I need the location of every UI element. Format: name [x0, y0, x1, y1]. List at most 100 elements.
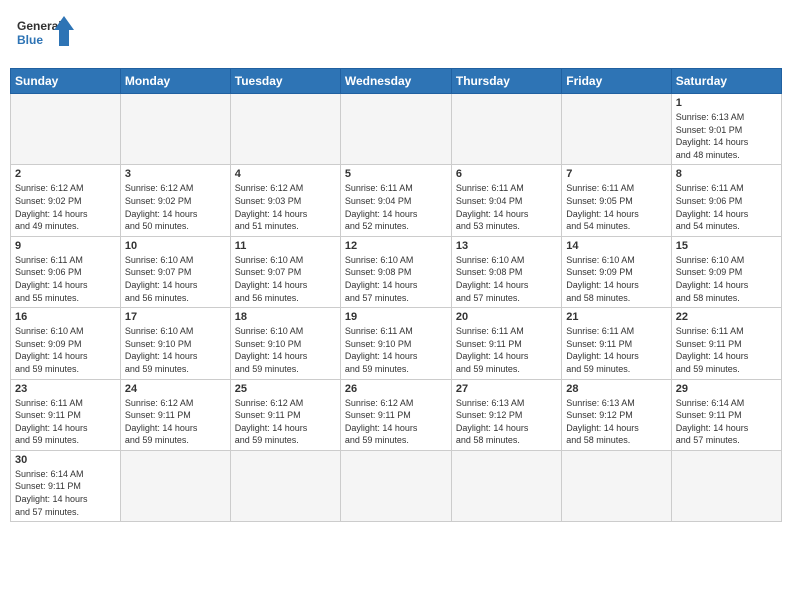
- day-number: 17: [125, 311, 226, 323]
- calendar-cell: 6Sunrise: 6:11 AM Sunset: 9:04 PM Daylig…: [451, 165, 561, 236]
- calendar-cell: [120, 450, 230, 521]
- header: General Blue: [10, 10, 782, 62]
- calendar-week-row: 2Sunrise: 6:12 AM Sunset: 9:02 PM Daylig…: [11, 165, 782, 236]
- day-number: 1: [676, 97, 777, 109]
- weekday-header-sunday: Sunday: [11, 69, 121, 94]
- calendar-cell: 20 Sunrise: 6:11 AM Sunset: 9:11 PM Dayli…: [451, 308, 561, 379]
- day-info: Sunrise: 6:10 AM Sunset: 9:07 PM Dayligh…: [125, 254, 226, 304]
- day-number: 3: [125, 168, 226, 180]
- calendar-cell: 30Sunrise: 6:14 AM Sunset: 9:11 PM Dayli…: [11, 450, 121, 521]
- calendar-week-row: 30Sunrise: 6:14 AM Sunset: 9:11 PM Dayli…: [11, 450, 782, 521]
- day-info: Sunrise: 6:12 AM Sunset: 9:11 PM Dayligh…: [235, 397, 336, 447]
- day-info: Sunrise: 6:11 AM Sunset: 9:11 PM Dayligh…: [456, 325, 557, 375]
- calendar-cell: [11, 94, 121, 165]
- day-number: 6: [456, 168, 557, 180]
- day-number: 11: [235, 240, 336, 252]
- day-number: 12: [345, 240, 447, 252]
- day-number: 23: [15, 383, 116, 395]
- day-number: 13: [456, 240, 557, 252]
- calendar-cell: [671, 450, 781, 521]
- calendar-cell: [451, 94, 561, 165]
- day-number: 20: [456, 311, 557, 323]
- calendar-cell: [120, 94, 230, 165]
- weekday-header-thursday: Thursday: [451, 69, 561, 94]
- day-info: Sunrise: 6:10 AM Sunset: 9:08 PM Dayligh…: [456, 254, 557, 304]
- day-number: 24: [125, 383, 226, 395]
- day-number: 29: [676, 383, 777, 395]
- svg-text:General: General: [17, 19, 62, 33]
- day-info: Sunrise: 6:12 AM Sunset: 9:11 PM Dayligh…: [345, 397, 447, 447]
- day-info: Sunrise: 6:10 AM Sunset: 9:10 PM Dayligh…: [125, 325, 226, 375]
- day-number: 8: [676, 168, 777, 180]
- calendar-cell: 28 Sunrise: 6:13 AM Sunset: 9:12 PM Dayli…: [562, 379, 671, 450]
- logo: General Blue: [16, 14, 76, 58]
- day-number: 5: [345, 168, 447, 180]
- calendar-cell: 27 Sunrise: 6:13 AM Sunset: 9:12 PM Dayli…: [451, 379, 561, 450]
- day-info: Sunrise: 6:11 AM Sunset: 9:06 PM Dayligh…: [15, 254, 116, 304]
- calendar-cell: 1 Sunrise: 6:13 AM Sunset: 9:01 PM Daylig…: [671, 94, 781, 165]
- weekday-header-monday: Monday: [120, 69, 230, 94]
- day-number: 26: [345, 383, 447, 395]
- day-info: Sunrise: 6:13 AM Sunset: 9:12 PM Dayligh…: [456, 397, 557, 447]
- day-info: Sunrise: 6:13 AM Sunset: 9:01 PM Dayligh…: [676, 111, 777, 161]
- calendar-cell: 4Sunrise: 6:12 AM Sunset: 9:03 PM Daylig…: [230, 165, 340, 236]
- calendar-cell: [451, 450, 561, 521]
- calendar-cell: 7 Sunrise: 6:11 AM Sunset: 9:05 PM Daylig…: [562, 165, 671, 236]
- day-number: 28: [566, 383, 666, 395]
- calendar-cell: 18Sunrise: 6:10 AM Sunset: 9:10 PM Dayli…: [230, 308, 340, 379]
- calendar-week-row: 23 Sunrise: 6:11 AM Sunset: 9:11 PM Dayli…: [11, 379, 782, 450]
- calendar-cell: [230, 450, 340, 521]
- day-number: 19: [345, 311, 447, 323]
- generalblue-logo-icon: General Blue: [16, 14, 76, 58]
- calendar-week-row: 16 Sunrise: 6:10 AM Sunset: 9:09 PM Dayli…: [11, 308, 782, 379]
- day-info: Sunrise: 6:10 AM Sunset: 9:09 PM Dayligh…: [15, 325, 116, 375]
- day-info: Sunrise: 6:11 AM Sunset: 9:11 PM Dayligh…: [676, 325, 777, 375]
- calendar-cell: 21 Sunrise: 6:11 AM Sunset: 9:11 PM Dayli…: [562, 308, 671, 379]
- calendar-cell: 29Sunrise: 6:14 AM Sunset: 9:11 PM Dayli…: [671, 379, 781, 450]
- day-number: 10: [125, 240, 226, 252]
- day-number: 2: [15, 168, 116, 180]
- day-info: Sunrise: 6:10 AM Sunset: 9:08 PM Dayligh…: [345, 254, 447, 304]
- calendar-cell: 8 Sunrise: 6:11 AM Sunset: 9:06 PM Daylig…: [671, 165, 781, 236]
- calendar-cell: 13 Sunrise: 6:10 AM Sunset: 9:08 PM Dayli…: [451, 236, 561, 307]
- calendar-week-row: 9 Sunrise: 6:11 AM Sunset: 9:06 PM Daylig…: [11, 236, 782, 307]
- day-info: Sunrise: 6:13 AM Sunset: 9:12 PM Dayligh…: [566, 397, 666, 447]
- calendar-cell: 12 Sunrise: 6:10 AM Sunset: 9:08 PM Dayli…: [340, 236, 451, 307]
- day-info: Sunrise: 6:11 AM Sunset: 9:05 PM Dayligh…: [566, 182, 666, 232]
- day-number: 9: [15, 240, 116, 252]
- calendar-cell: [562, 94, 671, 165]
- calendar-cell: 15 Sunrise: 6:10 AM Sunset: 9:09 PM Dayli…: [671, 236, 781, 307]
- day-number: 22: [676, 311, 777, 323]
- weekday-header-saturday: Saturday: [671, 69, 781, 94]
- calendar-cell: 23 Sunrise: 6:11 AM Sunset: 9:11 PM Dayli…: [11, 379, 121, 450]
- day-number: 15: [676, 240, 777, 252]
- day-info: Sunrise: 6:12 AM Sunset: 9:11 PM Dayligh…: [125, 397, 226, 447]
- day-number: 7: [566, 168, 666, 180]
- day-info: Sunrise: 6:11 AM Sunset: 9:11 PM Dayligh…: [566, 325, 666, 375]
- calendar-cell: 2Sunrise: 6:12 AM Sunset: 9:02 PM Daylig…: [11, 165, 121, 236]
- weekday-header-row: SundayMondayTuesdayWednesdayThursdayFrid…: [11, 69, 782, 94]
- calendar-cell: [230, 94, 340, 165]
- day-info: Sunrise: 6:11 AM Sunset: 9:06 PM Dayligh…: [676, 182, 777, 232]
- calendar-cell: 16 Sunrise: 6:10 AM Sunset: 9:09 PM Dayli…: [11, 308, 121, 379]
- weekday-header-tuesday: Tuesday: [230, 69, 340, 94]
- svg-text:Blue: Blue: [17, 33, 43, 47]
- calendar-cell: 24 Sunrise: 6:12 AM Sunset: 9:11 PM Dayli…: [120, 379, 230, 450]
- weekday-header-wednesday: Wednesday: [340, 69, 451, 94]
- calendar-cell: 25Sunrise: 6:12 AM Sunset: 9:11 PM Dayli…: [230, 379, 340, 450]
- calendar-cell: [340, 450, 451, 521]
- calendar-cell: [562, 450, 671, 521]
- day-info: Sunrise: 6:10 AM Sunset: 9:10 PM Dayligh…: [235, 325, 336, 375]
- day-number: 21: [566, 311, 666, 323]
- weekday-header-friday: Friday: [562, 69, 671, 94]
- calendar-week-row: 1 Sunrise: 6:13 AM Sunset: 9:01 PM Daylig…: [11, 94, 782, 165]
- day-number: 16: [15, 311, 116, 323]
- day-number: 27: [456, 383, 557, 395]
- calendar-table: SundayMondayTuesdayWednesdayThursdayFrid…: [10, 68, 782, 522]
- calendar-cell: 9 Sunrise: 6:11 AM Sunset: 9:06 PM Daylig…: [11, 236, 121, 307]
- day-info: Sunrise: 6:11 AM Sunset: 9:11 PM Dayligh…: [15, 397, 116, 447]
- calendar-cell: [340, 94, 451, 165]
- day-number: 4: [235, 168, 336, 180]
- day-info: Sunrise: 6:10 AM Sunset: 9:09 PM Dayligh…: [676, 254, 777, 304]
- day-info: Sunrise: 6:11 AM Sunset: 9:04 PM Dayligh…: [345, 182, 447, 232]
